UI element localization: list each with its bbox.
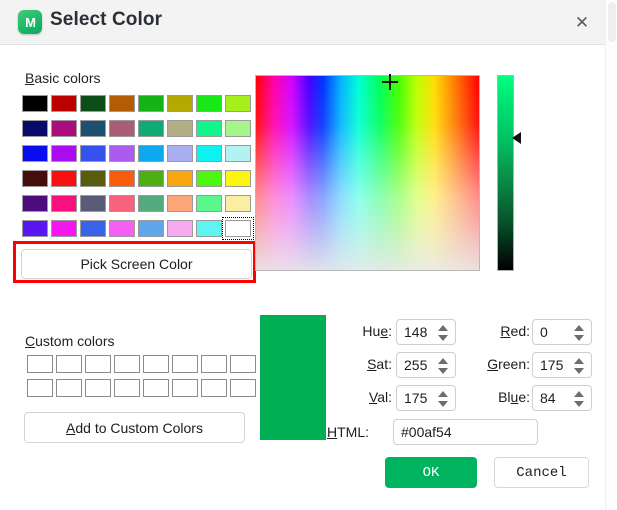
scrollbar-thumb[interactable]: [608, 2, 616, 42]
pick-screen-color-highlight: Pick Screen Color: [13, 241, 256, 283]
basic-color-swatch[interactable]: [80, 145, 106, 162]
basic-color-swatch[interactable]: [225, 170, 251, 187]
title-bar: M Select Color ✕: [0, 0, 617, 45]
basic-color-swatch[interactable]: [109, 95, 135, 112]
vertical-scrollbar[interactable]: [605, 0, 617, 510]
value-slider[interactable]: [497, 75, 514, 271]
basic-color-swatch[interactable]: [167, 195, 193, 212]
rgb-spinbox[interactable]: 84: [532, 385, 592, 411]
rgb-spinbox-arrows[interactable]: [574, 324, 585, 342]
basic-color-swatch[interactable]: [196, 195, 222, 212]
basic-color-swatch[interactable]: [196, 145, 222, 162]
rgb-spinbox[interactable]: 0: [532, 319, 592, 345]
add-custom-rest: dd to Custom Colors: [75, 419, 203, 436]
chevron-up-icon[interactable]: [574, 358, 584, 364]
rgb-spinbox-value[interactable]: 84: [540, 390, 556, 406]
basic-color-swatch[interactable]: [80, 220, 106, 237]
basic-color-swatch[interactable]: [167, 95, 193, 112]
window-title: Select Color: [50, 9, 163, 30]
cancel-button[interactable]: Cancel: [494, 457, 589, 488]
basic-color-swatch[interactable]: [138, 145, 164, 162]
basic-colors-label: Basic colors: [25, 70, 100, 86]
basic-color-swatch[interactable]: [51, 95, 77, 112]
basic-color-swatch[interactable]: [80, 95, 106, 112]
basic-colors-mnemonic: B: [25, 70, 35, 86]
html-label-mnemonic: H: [327, 424, 338, 440]
basic-color-swatch[interactable]: [80, 170, 106, 187]
basic-color-swatch[interactable]: [196, 220, 222, 237]
basic-color-swatch[interactable]: [196, 120, 222, 137]
basic-color-swatch[interactable]: [167, 220, 193, 237]
app-icon: M: [18, 10, 42, 34]
rgb-field-mnemonic: G: [487, 356, 499, 372]
rgb-field-label: Red:: [500, 323, 530, 339]
rgb-field-label: Blue:: [498, 389, 530, 405]
basic-color-swatch[interactable]: [225, 145, 251, 162]
rgb-field-row: Red: 0: [0, 319, 617, 345]
basic-color-swatch[interactable]: [167, 170, 193, 187]
chevron-up-icon[interactable]: [574, 325, 584, 331]
chevron-down-icon[interactable]: [574, 401, 584, 407]
pick-screen-color-button[interactable]: Pick Screen Color: [21, 249, 252, 279]
app-icon-glyph: M: [25, 14, 36, 30]
basic-colors-grid[interactable]: [22, 92, 254, 242]
rgb-spinbox-value[interactable]: 0: [540, 324, 548, 340]
ok-button[interactable]: OK: [385, 457, 477, 488]
basic-color-swatch[interactable]: [109, 120, 135, 137]
basic-color-swatch[interactable]: [80, 195, 106, 212]
basic-color-swatch[interactable]: [51, 195, 77, 212]
basic-color-swatch[interactable]: [22, 120, 48, 137]
basic-color-swatch[interactable]: [167, 120, 193, 137]
basic-color-swatch[interactable]: [109, 195, 135, 212]
rgb-field-mnemonic: R: [500, 323, 511, 339]
basic-colors-label-rest: asic colors: [34, 70, 101, 86]
chevron-up-icon[interactable]: [574, 391, 584, 397]
basic-color-swatch[interactable]: [138, 170, 164, 187]
rgb-field-row: Green: 175: [0, 352, 617, 378]
html-color-input[interactable]: [393, 419, 538, 445]
rgb-field-row: Blue: 84: [0, 385, 617, 411]
basic-color-swatch[interactable]: [225, 120, 251, 137]
chevron-down-icon[interactable]: [574, 368, 584, 374]
basic-color-swatch[interactable]: [51, 170, 77, 187]
basic-color-swatch[interactable]: [138, 220, 164, 237]
basic-color-swatch[interactable]: [22, 145, 48, 162]
basic-color-swatch[interactable]: [225, 195, 251, 212]
basic-color-swatch[interactable]: [22, 220, 48, 237]
basic-color-swatch[interactable]: [196, 95, 222, 112]
rgb-field-label: Green:: [487, 356, 530, 372]
rgb-field-mnemonic: u: [510, 389, 519, 405]
rgb-spinbox[interactable]: 175: [532, 352, 592, 378]
basic-color-swatch[interactable]: [22, 170, 48, 187]
basic-color-swatch[interactable]: [80, 120, 106, 137]
basic-color-swatch[interactable]: [196, 170, 222, 187]
basic-color-swatch[interactable]: [51, 220, 77, 237]
rgb-spinbox-arrows[interactable]: [574, 390, 585, 408]
basic-color-swatch[interactable]: [22, 95, 48, 112]
basic-color-swatch[interactable]: [109, 220, 135, 237]
basic-color-swatch[interactable]: [109, 145, 135, 162]
basic-color-swatch[interactable]: [138, 95, 164, 112]
basic-color-swatch[interactable]: [22, 195, 48, 212]
basic-color-swatch[interactable]: [222, 217, 254, 240]
basic-color-swatch[interactable]: [167, 145, 193, 162]
basic-color-swatch[interactable]: [51, 120, 77, 137]
basic-color-swatch[interactable]: [138, 120, 164, 137]
basic-color-swatch[interactable]: [51, 145, 77, 162]
chevron-down-icon[interactable]: [574, 335, 584, 341]
basic-color-swatch[interactable]: [109, 170, 135, 187]
basic-color-swatch[interactable]: [225, 95, 251, 112]
saturation-value-field[interactable]: [255, 75, 480, 271]
rgb-spinbox-value[interactable]: 175: [540, 357, 563, 373]
html-label-rest: TML:: [337, 424, 370, 440]
add-to-custom-colors-button[interactable]: Add to Custom Colors: [24, 412, 245, 443]
add-custom-mnemonic: A: [66, 419, 76, 436]
close-icon[interactable]: ✕: [569, 10, 595, 36]
rgb-spinbox-arrows[interactable]: [574, 357, 585, 375]
html-field-label: HTML:: [327, 424, 369, 440]
basic-color-swatch[interactable]: [138, 195, 164, 212]
